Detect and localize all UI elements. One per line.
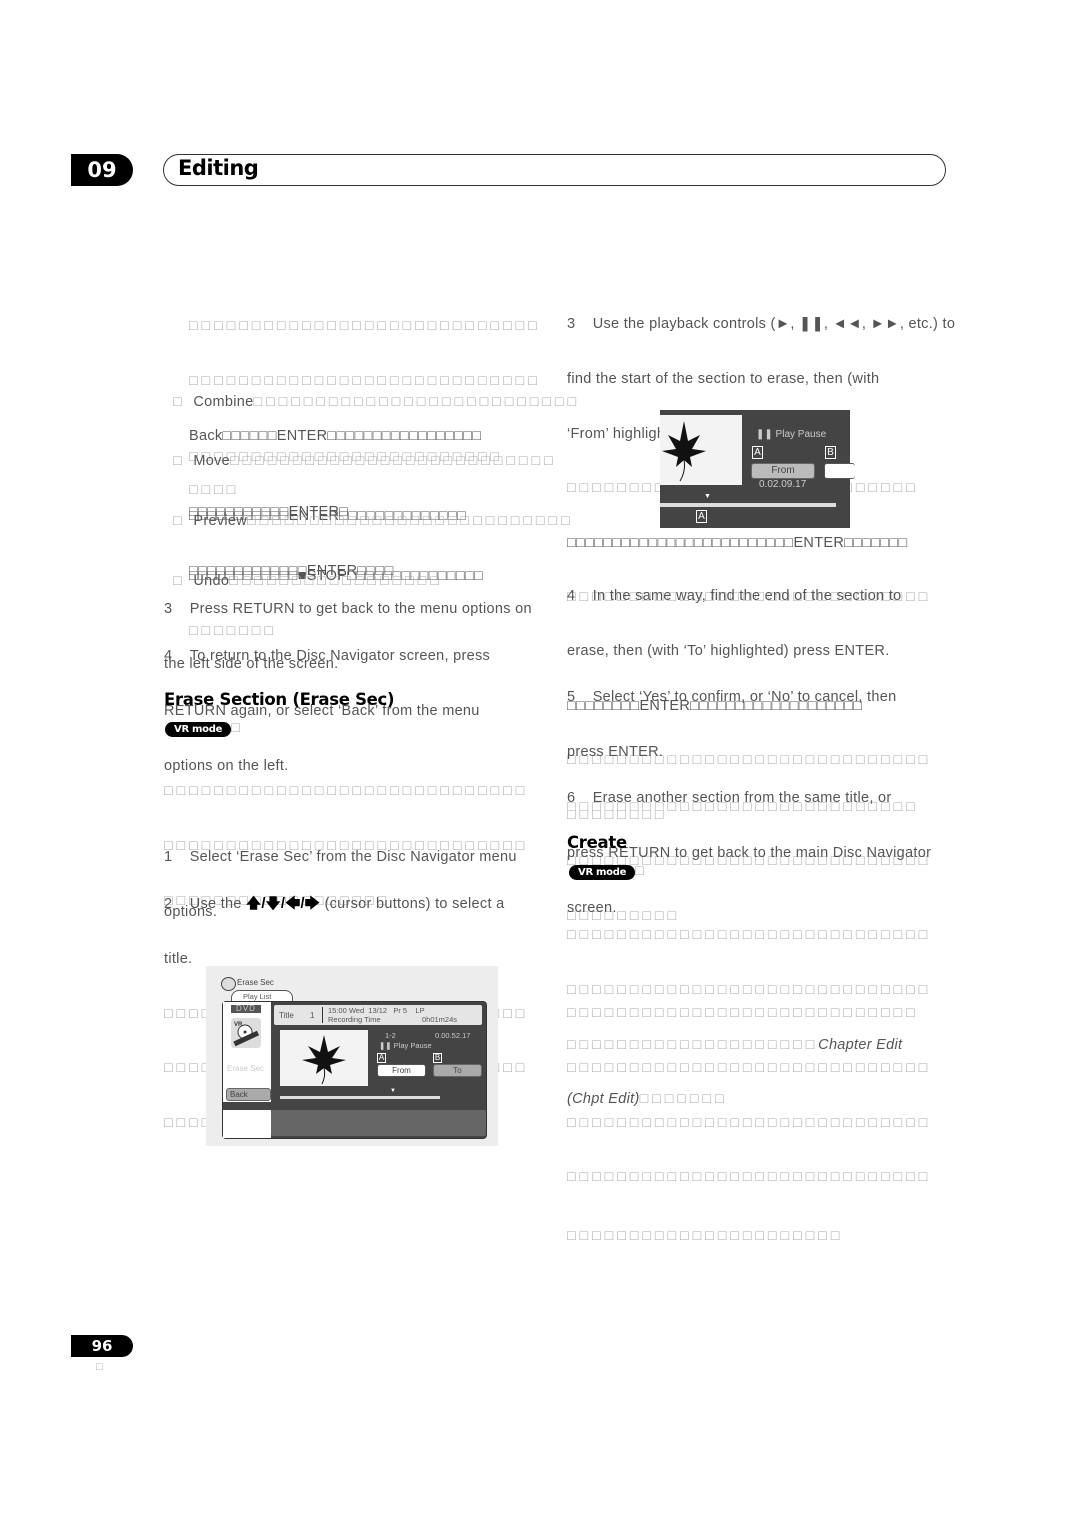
vr-mode-badge: VR mode □ [569,862,648,880]
disc-navigator-icon [221,977,236,991]
status-text: Play Pause [393,1041,432,1050]
create-paragraph-2: □□□□□□□□□□□□□□□□□□□□□□□□□□□□ □□□□□□□□□□□… [567,968,931,1263]
message-bar [271,1110,486,1136]
recording-datetime: 15:00 Wed 13/12 Pr 5 LP [328,1006,425,1015]
text-line: In the same way, find the end of the sec… [592,588,902,605]
status-text: Play Pause [775,429,827,440]
to-button[interactable]: To [433,1064,482,1077]
to-button[interactable] [824,463,855,479]
step-number: 5 [567,689,576,706]
language-mark: □ [96,1361,107,1373]
osd-panel: DVD VR Erase Sec Back Title 1 15:00 Wed … [222,1001,487,1139]
marker-a: A [377,1053,386,1063]
badge-suffix: □ [635,863,648,879]
disc-type-label: DVD [231,1005,261,1013]
from-button[interactable]: From [751,463,815,479]
text-line: □□□□□□□□□□□□□□□□□□□□□□□□□□□□□ [567,1114,932,1131]
text-line: □□□□□□□□□□□□□□□□□□□□□□□□□ENTER□□□□□□□ [567,534,908,551]
vr-disc-icon: VR [231,1018,261,1048]
text-fragment: Use the [189,896,242,913]
menu-title: Erase Sec [237,978,274,987]
chapter-number: 09 [71,154,133,186]
text-line: □□□□□□□□□□□□□□□□□□□□□□□□□□□□□ [164,783,529,800]
text-fragment: (cursor buttons) to select a [324,896,505,913]
pause-icon: ❚❚ [379,1041,392,1050]
bullet-marker: □ [173,394,194,411]
bullet-label: Move [193,453,231,470]
step-number: 2 [164,896,173,913]
bullet-marker: □ [173,453,194,470]
divider [322,1007,323,1023]
progress-bar[interactable] [660,503,836,507]
recording-time-label: Recording Time [328,1015,381,1024]
text-line: Use the playback controls (►, ❚❚, ◄◄, ►►… [592,316,956,333]
section-heading-create: Create [567,833,627,852]
from-timecode: 0.02.09.17 [759,479,807,490]
badge-suffix: □ [231,720,244,736]
marker-b: B [825,446,836,459]
text-line: find the start of the section to erase, … [567,371,880,388]
marker-b: B [433,1053,442,1063]
text-line: Select ‘Yes’ to confirm, or ‘No’ to canc… [592,689,897,706]
cursor-arrows-icon: 🡅/🡇/🡄/🡆 [246,896,321,913]
back-button[interactable]: Back [226,1088,271,1101]
bullet-label: Combine [193,394,254,411]
badge-label: VR mode [165,722,232,737]
text-line: □□□□□□□□□□□□□□□□□□□□□□□□□□□□ [567,1005,919,1022]
bullet-marker: □ [173,513,194,530]
text-line: □□□□□□□□□□□□□□□□□□□□□□□□□□ [230,453,557,470]
svg-text:VR: VR [234,1022,243,1028]
tab-label: Play List [243,992,272,1001]
recording-time: 0h01m24s [422,1015,458,1024]
text-line: □□□□□□□□□□□□□□□□□□□□□□□□□□□□□ [567,1060,932,1077]
step-number: 6 [567,790,576,807]
title-number: 1 [310,1011,315,1020]
playback-status: ❚❚ Play Pause [756,429,826,440]
chapter-title: Editing [178,156,259,180]
from-marked-screen: ❚❚ Play Pause A B From 0.02.09.17 ▼ A [660,410,855,528]
bar-marker-a: A [696,510,707,523]
maple-leaf-icon [302,1035,346,1085]
text-line: Erase another section from the same titl… [592,790,892,807]
title-label: Title [279,1011,294,1020]
disc-sidebar [223,1002,271,1102]
timecode: 0.00.52.17 [435,1031,471,1040]
chapter-indicator: 1-2 [385,1031,396,1040]
badge-label: VR mode [569,865,636,880]
text-line: □□□□□□□□□□□□□□□□□□□□□□□□□□□□□ [567,1169,932,1186]
text-line: □□□□□□□□□□□□□□□□□□□□□□□□□□□□□ [567,927,932,944]
video-thumbnail [660,415,742,485]
from-button[interactable]: From [377,1064,426,1077]
corner-blank [223,1110,271,1138]
bullet-label: Preview [193,513,248,530]
maple-leaf-icon [662,421,706,482]
pause-icon: ❚❚ [756,429,773,440]
text-line: □□□□□□□□□□□□□□□□□□□□□□ [567,1227,844,1244]
vr-mode-badge: VR mode □ [165,719,244,737]
page-number: 96 [71,1335,133,1357]
position-marker-icon: ▼ [704,493,711,500]
text-line: □□□□□□□□□□□□□□□□□□□□□□□□□□ [247,513,574,530]
position-marker-icon: ▼ [390,1088,396,1094]
text-line: To return to the Disc Navigator screen, … [189,648,491,665]
side-label: Erase Sec [227,1064,264,1073]
progress-bar[interactable] [280,1096,440,1099]
step-number: 4 [164,648,173,665]
title-info-bar: Title 1 15:00 Wed 13/12 Pr 5 LP Recordin… [274,1005,482,1025]
step-number: 4 [567,588,576,605]
chapter-title-frame [163,154,946,186]
step-number: 3 [567,316,576,333]
text-line: □□□□□□□□□□□□□□□□□□□□□□□□□□ [253,394,581,411]
video-thumbnail [280,1030,368,1086]
playback-status: ❚❚ Play Pause [379,1041,432,1050]
erase-sec-screen: Erase Sec Play List DVD VR Erase Sec Bac… [206,966,498,1146]
marker-a: A [752,446,763,459]
text-line: □□□□□□□□□□□□□□□□□□□□□□□□□□□□ [189,318,541,335]
section-heading-erase-section: Erase Section (Erase Sec) [164,690,395,709]
